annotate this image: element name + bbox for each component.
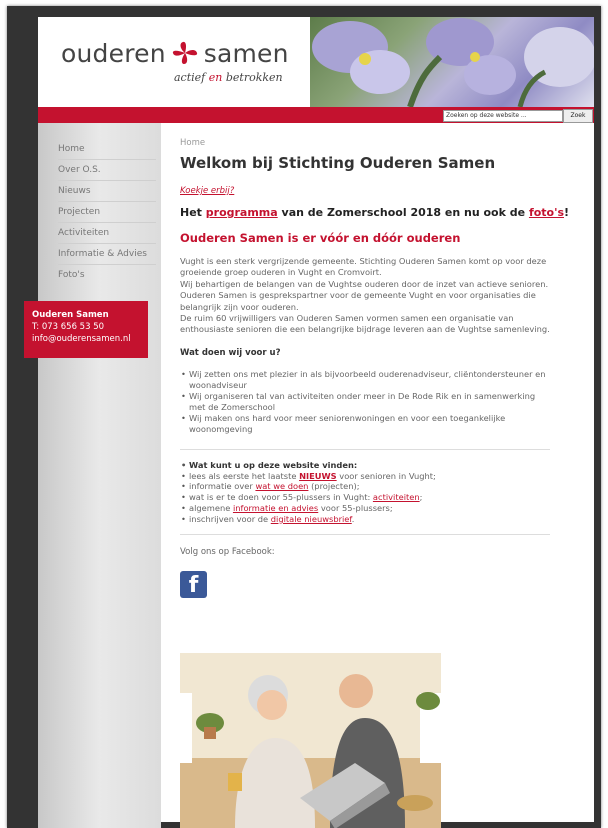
tagline-post: betrokken bbox=[225, 71, 283, 84]
sidebar-item-activiteiten[interactable]: Activiteiten bbox=[58, 223, 156, 244]
koekie-link[interactable]: Koekje erbij? bbox=[180, 186, 550, 196]
text: ; bbox=[419, 492, 423, 503]
intro-para-3: De ruim 60 vrijwilligers van Ouderen Sam… bbox=[180, 313, 550, 335]
informatie-advies-link[interactable]: informatie en advies bbox=[233, 503, 318, 513]
list-item: Wij zetten ons met plezier in als bijvoo… bbox=[181, 369, 550, 391]
nieuwsbrief-link[interactable]: digitale nieuwsbrief bbox=[271, 514, 352, 524]
list-item: algemene informatie en advies voor 55-pl… bbox=[181, 503, 550, 514]
vinden-heading: Wat kunt u op deze website vinden: bbox=[181, 460, 550, 471]
prog-mid: van de Zomerschool 2018 en nu ook de bbox=[277, 206, 529, 219]
activiteiten-link[interactable]: activiteiten bbox=[373, 492, 420, 502]
breadcrumb[interactable]: Home bbox=[180, 138, 550, 148]
vinden-list: Wat kunt u op deze website vinden: lees … bbox=[180, 460, 550, 525]
site-logo[interactable]: ouderen samen bbox=[61, 39, 289, 68]
sidebar-item-home[interactable]: Home bbox=[58, 139, 156, 160]
text: lees als eerste het laatste bbox=[189, 470, 300, 481]
intro-paragraph: Vught is een sterk vergrijzende gemeente… bbox=[180, 256, 550, 336]
follow-facebook-label: Volg ons op Facebook: bbox=[180, 546, 275, 557]
prog-pre: Het bbox=[180, 206, 206, 219]
facebook-icon[interactable]: f bbox=[180, 570, 207, 598]
nieuws-link[interactable]: NIEUWS bbox=[299, 471, 337, 481]
list-item: lees als eerste het laatste NIEUWS voor … bbox=[181, 470, 550, 482]
logo-word-left: ouderen bbox=[61, 39, 166, 68]
wat-we-doen-link[interactable]: wat we doen bbox=[255, 481, 308, 491]
contact-box: Ouderen Samen T: 073 656 53 50 info@oude… bbox=[24, 301, 148, 358]
list-item: wat is er te doen voor 55-plussers in Vu… bbox=[181, 492, 550, 503]
site-header: ouderen samen actief en betrokken bbox=[38, 17, 594, 107]
contact-phone: T: 073 656 53 50 bbox=[32, 322, 105, 332]
contact-email[interactable]: info@ouderensamen.nl bbox=[32, 333, 148, 345]
divider bbox=[180, 533, 550, 535]
sidebar-item-nieuws[interactable]: Nieuws bbox=[58, 181, 156, 202]
text: algemene bbox=[189, 503, 233, 514]
list-item: Wij organiseren tal van activiteiten ond… bbox=[181, 391, 550, 413]
site-tagline: actief en betrokken bbox=[174, 71, 283, 84]
text: wat is er te doen voor 55-plussers in Vu… bbox=[189, 492, 373, 503]
tagline-pre: actief bbox=[174, 71, 206, 84]
zomerschool-heading: Het programma van de Zomerschool 2018 en… bbox=[180, 206, 569, 219]
seniors-laptop-photo bbox=[180, 653, 441, 828]
sidebar-item-informatie-advies[interactable]: Informatie & Advies bbox=[58, 244, 156, 265]
doen-list: Wij zetten ons met plezier in als bijvoo… bbox=[180, 369, 550, 435]
divider bbox=[180, 448, 550, 450]
doen-heading: Wat doen wij voor u? bbox=[180, 347, 281, 358]
mission-heading: Ouderen Samen is er vóór en dóór ouderen bbox=[180, 231, 461, 245]
tagline-mid: en bbox=[208, 71, 223, 84]
sidebar-item-fotos[interactable]: Foto's bbox=[58, 265, 156, 285]
list-item: inschrijven voor de digitale nieuwsbrief… bbox=[181, 513, 550, 525]
main-content: Home Welkom bij Stichting Ouderen Samen … bbox=[180, 138, 569, 598]
logo-word-right: samen bbox=[203, 39, 289, 68]
sidebar-item-projecten[interactable]: Projecten bbox=[58, 202, 156, 223]
prog-end: ! bbox=[564, 206, 570, 219]
search-button[interactable]: Zoek bbox=[563, 109, 593, 123]
text: . bbox=[351, 513, 355, 524]
list-item: informatie over wat we doen (projecten); bbox=[181, 481, 550, 492]
text: informatie over bbox=[189, 481, 256, 492]
logo-icon bbox=[172, 41, 197, 64]
text: voor senioren in Vught; bbox=[336, 470, 436, 481]
intro-para-1: Vught is een sterk vergrijzende gemeente… bbox=[180, 256, 547, 278]
intro-para-2: Wij behartigen de belangen van de Vughts… bbox=[180, 278, 549, 312]
header-flower-photo bbox=[310, 17, 594, 107]
search-input[interactable]: Zoeken op deze website ... bbox=[443, 110, 563, 122]
sidebar-item-over-os[interactable]: Over O.S. bbox=[58, 160, 156, 181]
sidebar-nav: Home Over O.S. Nieuws Projecten Activite… bbox=[58, 139, 156, 285]
programma-link[interactable]: programma bbox=[206, 206, 278, 219]
fotos-link[interactable]: foto's bbox=[529, 206, 564, 219]
list-item: Wij maken ons hard voor meer seniorenwon… bbox=[181, 413, 550, 435]
text: voor 55-plussers; bbox=[318, 503, 393, 514]
text: (projecten); bbox=[308, 481, 360, 492]
contact-name: Ouderen Samen bbox=[32, 310, 109, 320]
page-title: Welkom bij Stichting Ouderen Samen bbox=[180, 154, 496, 172]
text: inschrijven voor de bbox=[189, 513, 271, 524]
